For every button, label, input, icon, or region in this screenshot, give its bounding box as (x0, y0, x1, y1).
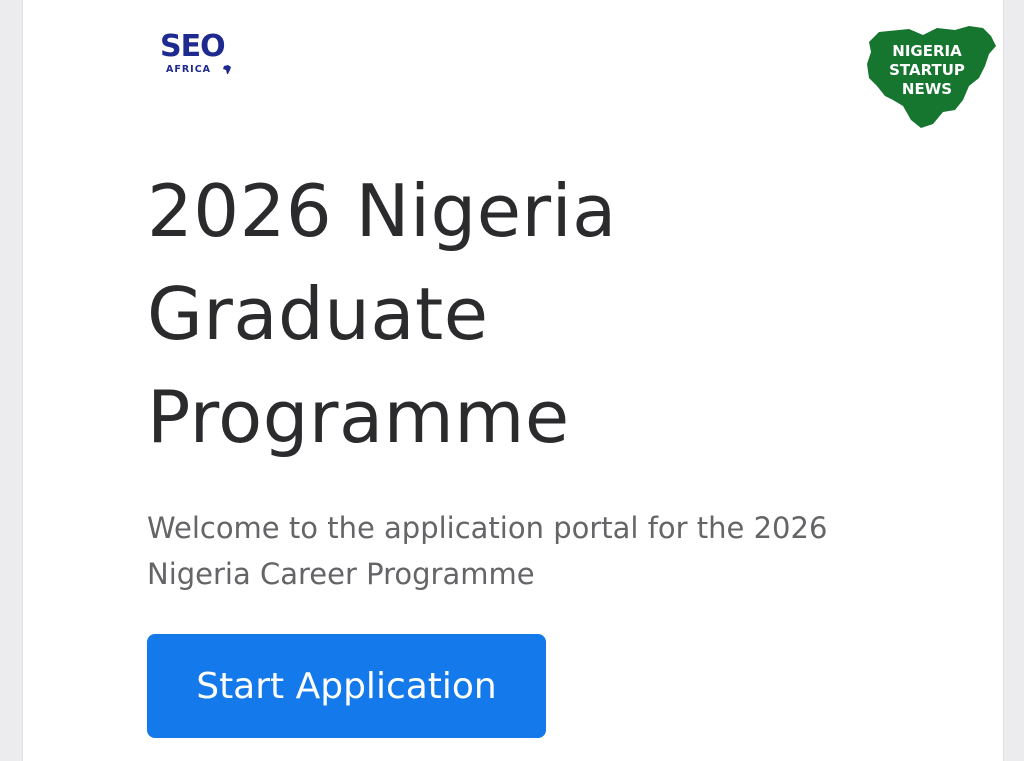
seo-logo-mark: SEO (160, 29, 226, 64)
page-title-line: Graduate (147, 272, 489, 356)
welcome-message: Welcome to the application portal for th… (147, 511, 828, 591)
nigeria-startup-news-text: NIGERIA STARTUP NEWS (889, 42, 965, 98)
nigeria-startup-news-logo: NIGERIA STARTUP NEWS (865, 24, 997, 130)
seo-logo-subtitle: AFRICA (166, 64, 212, 75)
page-title-line: 2026 Nigeria (147, 169, 617, 253)
page-title-line: Programme (147, 375, 570, 459)
application-card: SEO AFRICA NIGERIA STARTUP NEWS 2026 Nig… (22, 0, 1004, 761)
page-title: 2026 Nigeria Graduate Programme (147, 160, 867, 469)
seo-africa-logo: SEO AFRICA (160, 30, 240, 80)
africa-continent-icon (223, 65, 231, 74)
start-application-button[interactable]: Start Application (147, 634, 546, 738)
